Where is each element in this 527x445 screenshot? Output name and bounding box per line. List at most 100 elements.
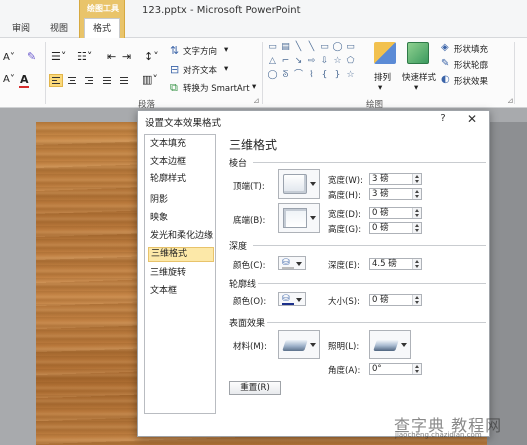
contour-color-picker[interactable]: ⛁: [278, 292, 306, 306]
align-text-button[interactable]: 对齐文本: [183, 64, 217, 76]
help-icon[interactable]: ?: [436, 113, 450, 127]
chevron-down-icon[interactable]: ▾: [224, 64, 228, 74]
brace-shape-icon[interactable]: }: [332, 71, 343, 80]
material-dropdown[interactable]: [278, 330, 320, 359]
align-right-button[interactable]: [82, 74, 96, 87]
text-direction-icon: ⇅: [170, 44, 180, 57]
divider: [253, 245, 486, 246]
lighting-dropdown[interactable]: [369, 330, 411, 359]
chevron-down-icon[interactable]: ▾: [224, 45, 228, 55]
bevel-bottom-width-value: 0 磅: [372, 208, 389, 218]
close-icon[interactable]: ✕: [464, 112, 480, 128]
reset-button[interactable]: 重置(R): [229, 381, 281, 395]
spinner-icon[interactable]: [412, 208, 421, 218]
chevron-down-icon[interactable]: ▾: [252, 82, 256, 92]
font-size-decrease-button[interactable]: A˅: [3, 52, 15, 63]
font-color-button[interactable]: A: [20, 73, 29, 86]
shape-effects-button[interactable]: 形状效果: [454, 75, 488, 87]
bevel-bottom-width-input[interactable]: 0 磅: [369, 207, 422, 219]
spinner-icon[interactable]: [412, 174, 421, 184]
align-left-button[interactable]: [49, 74, 63, 87]
decrease-indent-icon[interactable]: ⇤: [107, 50, 116, 63]
contour-size-input[interactable]: 0 磅: [369, 294, 422, 306]
nav-item-shadow[interactable]: 阴影: [148, 193, 214, 208]
rectangle-shape-icon[interactable]: ▭: [319, 43, 330, 52]
pentagon-shape-icon[interactable]: ⬠: [345, 57, 356, 66]
wave-shape-icon[interactable]: ⌇: [306, 71, 317, 80]
align-center-button[interactable]: [65, 74, 79, 87]
nav-item-3d-format[interactable]: 三维格式: [148, 247, 214, 262]
spinner-icon[interactable]: [412, 223, 421, 233]
spinner-icon[interactable]: [412, 259, 421, 269]
rectangle-shape-icon[interactable]: ▭: [345, 43, 356, 52]
nav-item-glow-soft-edges[interactable]: 发光和柔化边缘: [148, 229, 214, 244]
convert-smartart-button[interactable]: 转换为 SmartArt: [183, 82, 250, 94]
shape-outline-button[interactable]: 形状轮廓: [454, 59, 488, 71]
triangle-shape-icon[interactable]: △: [267, 57, 278, 66]
nav-item-text-outline[interactable]: 文本边框: [148, 155, 214, 170]
arrange-button[interactable]: 排列: [374, 71, 391, 83]
depth-label: 深度(E):: [328, 261, 360, 271]
bevel-top-height-label: 高度(H):: [328, 191, 361, 201]
spinner-icon[interactable]: [412, 364, 421, 374]
justify-button[interactable]: [100, 74, 114, 87]
nav-item-outline-style[interactable]: 轮廓样式: [148, 172, 214, 187]
nav-item-text-fill[interactable]: 文本填充: [148, 137, 214, 152]
dialog-launcher-icon[interactable]: ⊿: [507, 96, 514, 105]
bevel-top-dropdown[interactable]: [278, 169, 320, 199]
spinner-icon[interactable]: [412, 189, 421, 199]
distributed-button[interactable]: [117, 74, 131, 87]
arrow-shape-icon[interactable]: ⇨: [306, 57, 317, 66]
quick-styles-button[interactable]: 快速样式: [402, 71, 436, 83]
elbow-connector-icon[interactable]: ⌐: [280, 57, 291, 66]
chevron-down-icon[interactable]: ▾: [414, 83, 418, 93]
spinner-icon[interactable]: [412, 295, 421, 305]
chevron-down-icon[interactable]: ▾: [378, 83, 382, 93]
connector-icon[interactable]: ↘: [293, 57, 304, 66]
arrow-shape-icon[interactable]: ⇩: [319, 57, 330, 66]
scribble-shape-icon[interactable]: ⌒: [293, 71, 304, 80]
shapes-gallery[interactable]: ▭ ▤ ╲ ╲ ▭ ◯ ▭ △ ⌐ ↘ ⇨ ⇩ ☆ ⬠ ◯ ᘕ ⌒ ⌇ { } …: [267, 42, 363, 86]
change-case-button[interactable]: A˅: [3, 74, 15, 85]
bevel-top-label: 顶端(T):: [233, 182, 265, 192]
numbering-icon[interactable]: ☷˅: [77, 50, 92, 63]
bevel-top-width-input[interactable]: 3 磅: [369, 173, 422, 185]
oval-shape-icon[interactable]: ◯: [332, 43, 343, 52]
increase-indent-icon[interactable]: ⇥: [122, 50, 131, 63]
bullets-icon[interactable]: ☰˅: [51, 50, 66, 63]
star-shape-icon[interactable]: ☆: [345, 71, 356, 80]
depth-color-picker[interactable]: ⛁: [278, 256, 306, 270]
rectangle-shape-icon[interactable]: ▭: [267, 43, 278, 52]
angle-input[interactable]: 0°: [369, 363, 422, 375]
contour-color-label: 颜色(O):: [233, 297, 267, 307]
title-bar: 绘图工具 审阅 视图 格式 123.pptx - Microsoft Power…: [0, 0, 527, 38]
line-shape-icon[interactable]: ╲: [293, 43, 304, 52]
clear-formatting-icon[interactable]: ✎: [27, 50, 36, 63]
shape-fill-button[interactable]: 形状填充: [454, 43, 488, 55]
bevel-top-height-input[interactable]: 3 磅: [369, 188, 422, 200]
nav-item-text-box[interactable]: 文本框: [148, 284, 214, 299]
bevel-bottom-height-input[interactable]: 0 磅: [369, 222, 422, 234]
line-shape-icon[interactable]: ╲: [306, 43, 317, 52]
tab-view[interactable]: 视图: [50, 21, 68, 34]
ribbon-separator: [514, 42, 515, 104]
nav-item-3d-rotation[interactable]: 三维旋转: [148, 266, 214, 281]
star-shape-icon[interactable]: ☆: [332, 57, 343, 66]
dialog-launcher-icon[interactable]: ⊿: [253, 96, 260, 105]
freeform-shape-icon[interactable]: ◯: [267, 71, 278, 80]
ribbon-separator: [262, 42, 263, 104]
columns-icon[interactable]: ▥˅: [142, 73, 158, 86]
tab-format[interactable]: 格式: [84, 18, 121, 38]
textbox-shape-icon[interactable]: ▤: [280, 43, 291, 52]
text-direction-button[interactable]: 文字方向: [183, 45, 217, 57]
arrange-icon: [374, 42, 396, 64]
line-spacing-icon[interactable]: ↕˅: [144, 50, 159, 63]
tab-review[interactable]: 审阅: [12, 21, 30, 34]
depth-input[interactable]: 4.5 磅: [369, 258, 422, 270]
curve-shape-icon[interactable]: ᘕ: [280, 71, 291, 80]
nav-item-reflection[interactable]: 映象: [148, 211, 214, 226]
angle-label: 角度(A):: [328, 366, 361, 376]
brace-shape-icon[interactable]: {: [319, 71, 330, 80]
depth-group-title: 深度: [229, 242, 248, 252]
bevel-bottom-dropdown[interactable]: [278, 203, 320, 233]
